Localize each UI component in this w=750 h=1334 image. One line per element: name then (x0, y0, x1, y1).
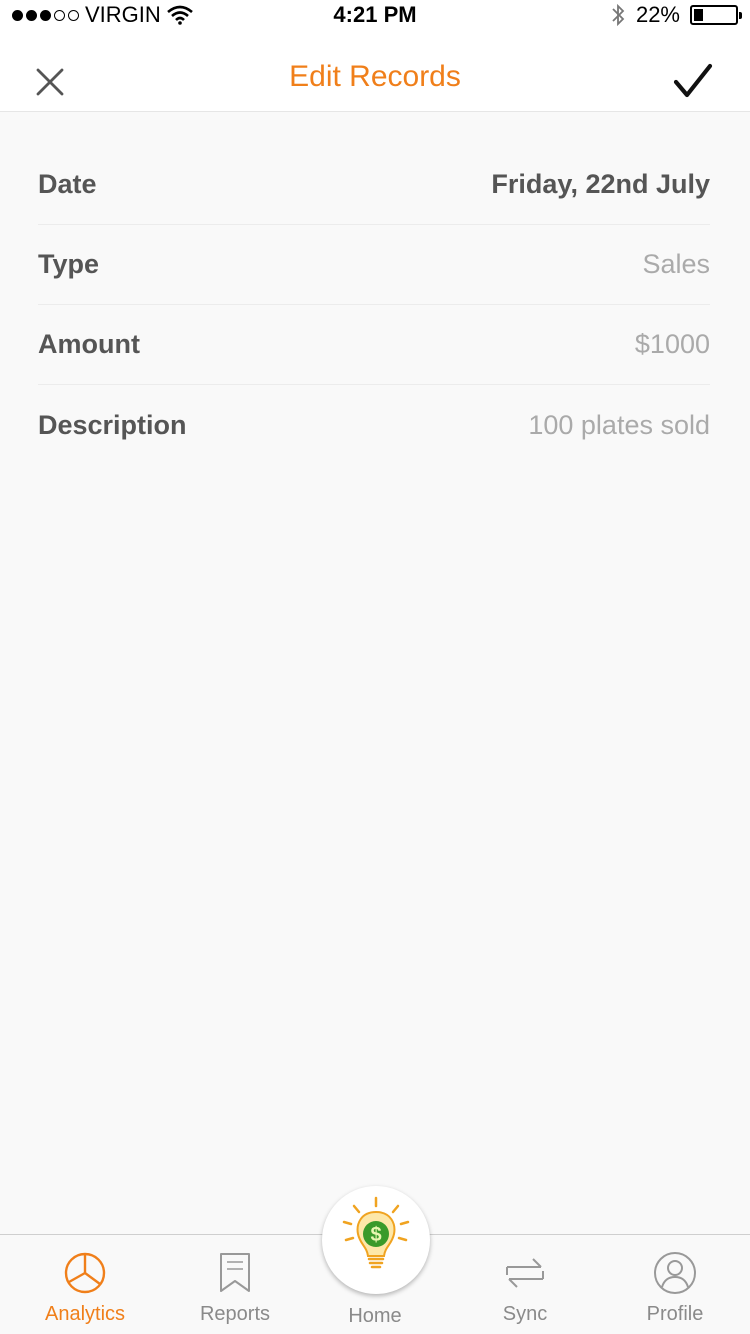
record-form: Date Friday, 22nd July Type Sales Amount… (38, 145, 710, 465)
status-bar: VIRGIN 4:21 PM 22% (0, 0, 750, 30)
battery-icon (690, 5, 742, 25)
svg-text:$: $ (370, 1224, 381, 1246)
checkmark-icon[interactable] (672, 60, 714, 102)
status-left: VIRGIN (12, 2, 193, 28)
description-label: Description (38, 409, 187, 440)
tab-sync[interactable]: Sync (450, 1235, 600, 1334)
status-right: 22% (610, 2, 742, 28)
description-row[interactable]: Description 100 plates sold (38, 385, 710, 465)
amount-value[interactable]: $1000 (635, 329, 710, 360)
type-value[interactable]: Sales (642, 249, 710, 280)
tab-analytics-label: Analytics (44, 1303, 126, 1325)
tab-sync-label: Sync (502, 1303, 548, 1325)
sync-icon (506, 1258, 544, 1288)
amount-label: Amount (38, 329, 140, 359)
tab-home[interactable]: $ (322, 1186, 430, 1294)
signal-strength-icon (12, 9, 79, 21)
battery-percentage: 22% (635, 2, 680, 27)
tab-bar: Analytics Reports Sync Profile $ Home (0, 1186, 750, 1334)
bookmark-icon (220, 1253, 250, 1292)
wifi-icon (166, 5, 193, 25)
tab-profile-label: Profile (646, 1303, 704, 1325)
carrier-name: VIRGIN (85, 2, 161, 27)
page-title: Edit Records (289, 60, 461, 93)
type-row[interactable]: Type Sales (38, 225, 710, 305)
tab-reports[interactable]: Reports (160, 1235, 310, 1334)
idea-bulb-dollar-icon: $ (342, 1196, 410, 1269)
tab-home-label: Home (348, 1305, 402, 1327)
description-value[interactable]: 100 plates sold (528, 410, 710, 441)
bluetooth-icon (612, 3, 625, 27)
tab-analytics[interactable]: Analytics (10, 1235, 160, 1334)
date-row[interactable]: Date Friday, 22nd July (38, 145, 710, 225)
tab-reports-label: Reports (199, 1303, 271, 1325)
close-icon[interactable] (30, 62, 70, 102)
pie-chart-icon (64, 1252, 106, 1294)
date-value[interactable]: Friday, 22nd July (491, 169, 710, 200)
date-label: Date (38, 169, 97, 199)
profile-icon (654, 1252, 696, 1294)
battery-level (694, 9, 703, 21)
amount-row[interactable]: Amount $1000 (38, 305, 710, 385)
nav-bar: Edit Records (0, 30, 750, 112)
tab-profile[interactable]: Profile (600, 1235, 750, 1334)
type-label: Type (38, 249, 100, 279)
